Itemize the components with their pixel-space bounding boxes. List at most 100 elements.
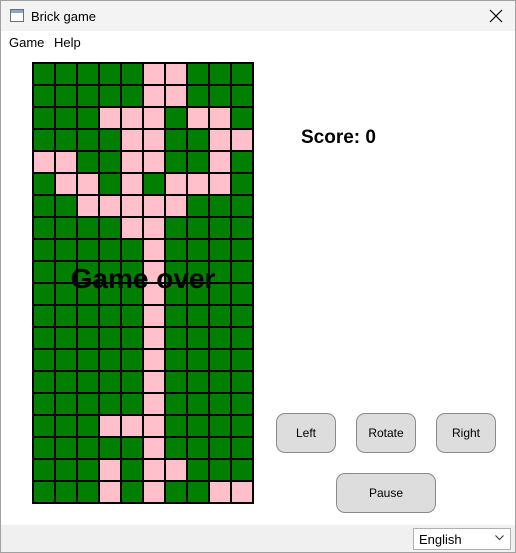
board-cell	[55, 371, 77, 393]
board-cell	[77, 151, 99, 173]
board-cell	[231, 151, 253, 173]
board-cell	[187, 393, 209, 415]
board-cell	[121, 371, 143, 393]
board-cell	[55, 393, 77, 415]
board-cell	[231, 305, 253, 327]
board-cell	[209, 415, 231, 437]
board-cell	[187, 129, 209, 151]
board-cell	[99, 415, 121, 437]
board-cell	[165, 85, 187, 107]
rotate-button[interactable]: Rotate	[356, 413, 416, 453]
board-cell	[143, 283, 165, 305]
board-cell	[209, 217, 231, 239]
board-cell	[121, 437, 143, 459]
board-cell	[165, 327, 187, 349]
board-cell	[187, 107, 209, 129]
menu-help[interactable]: Help	[54, 35, 81, 50]
board-cell	[55, 459, 77, 481]
board-cell	[209, 459, 231, 481]
board-cell	[209, 239, 231, 261]
board-cell	[187, 195, 209, 217]
board-cell	[99, 151, 121, 173]
board-cell	[231, 283, 253, 305]
board-cell	[121, 217, 143, 239]
board-cell	[33, 107, 55, 129]
board-cell	[143, 305, 165, 327]
board-cell	[33, 261, 55, 283]
board-cell	[55, 283, 77, 305]
game-board	[32, 62, 254, 504]
board-cell	[187, 327, 209, 349]
board-cell	[231, 173, 253, 195]
board-cell	[77, 173, 99, 195]
board-cell	[121, 173, 143, 195]
board-cell	[187, 283, 209, 305]
board-cell	[165, 261, 187, 283]
board-cell	[165, 459, 187, 481]
board-cell	[187, 239, 209, 261]
menu-game[interactable]: Game	[9, 35, 44, 50]
board-cell	[143, 349, 165, 371]
board-cell	[143, 459, 165, 481]
board-cell	[231, 261, 253, 283]
board-cell	[121, 481, 143, 503]
board-cell	[143, 107, 165, 129]
language-select[interactable]: English	[413, 528, 511, 550]
menu-bar: Game Help	[1, 31, 515, 53]
board-cell	[77, 85, 99, 107]
board-cell	[99, 437, 121, 459]
board-cell	[121, 63, 143, 85]
board-cell	[187, 85, 209, 107]
board-cell	[121, 327, 143, 349]
board-cell	[231, 217, 253, 239]
board-cell	[33, 349, 55, 371]
board-cell	[143, 195, 165, 217]
right-button[interactable]: Right	[436, 413, 496, 453]
board-cell	[231, 393, 253, 415]
board-cell	[121, 459, 143, 481]
board-cell	[33, 459, 55, 481]
board-cell	[99, 239, 121, 261]
board-cell	[165, 283, 187, 305]
board-cell	[209, 85, 231, 107]
board-cell	[33, 437, 55, 459]
board-cell	[231, 85, 253, 107]
board-cell	[121, 85, 143, 107]
board-cell	[77, 393, 99, 415]
board-cell	[143, 481, 165, 503]
board-cell	[165, 195, 187, 217]
board-cell	[121, 151, 143, 173]
board-cell	[143, 415, 165, 437]
board-cell	[231, 437, 253, 459]
board-cell	[231, 349, 253, 371]
board-cell	[143, 261, 165, 283]
board-cell	[143, 437, 165, 459]
board-cell	[99, 85, 121, 107]
score-value: 0	[365, 127, 376, 148]
board-cell	[187, 173, 209, 195]
board-cell	[33, 85, 55, 107]
board-cell	[209, 481, 231, 503]
board-cell	[187, 349, 209, 371]
board-cell	[121, 129, 143, 151]
board-cell	[121, 261, 143, 283]
board-cell	[231, 459, 253, 481]
board-cell	[77, 129, 99, 151]
board-cell	[33, 63, 55, 85]
board-cell	[77, 371, 99, 393]
pause-button[interactable]: Pause	[336, 473, 436, 513]
board-cell	[187, 217, 209, 239]
board-cell	[77, 107, 99, 129]
board-cell	[165, 393, 187, 415]
board-cell	[99, 63, 121, 85]
board-cell	[77, 261, 99, 283]
close-button[interactable]	[483, 3, 509, 29]
board-cell	[77, 437, 99, 459]
board-cell	[99, 393, 121, 415]
board-cell	[231, 327, 253, 349]
left-button[interactable]: Left	[276, 413, 336, 453]
board-cell	[165, 415, 187, 437]
board-cell	[165, 151, 187, 173]
board-cell	[99, 283, 121, 305]
board-cell	[209, 129, 231, 151]
